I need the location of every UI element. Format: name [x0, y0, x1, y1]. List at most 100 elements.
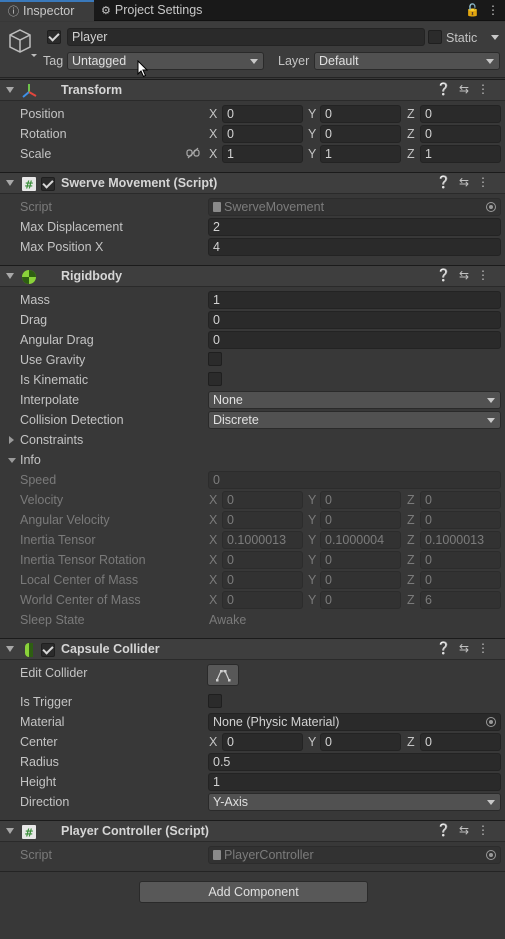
axis-y-label[interactable]: Y: [308, 734, 316, 750]
preset-icon[interactable]: ⇆: [459, 823, 477, 837]
foldout-arrow-icon[interactable]: [6, 646, 14, 652]
rotation-label: Rotation: [20, 127, 67, 141]
speed-field: 0: [208, 471, 501, 489]
transform-header[interactable]: Transform ❔⇆⋮: [0, 79, 505, 101]
axis-x-label[interactable]: X: [209, 126, 217, 142]
script-label: Script: [20, 848, 52, 862]
max-displacement-field[interactable]: 2: [208, 218, 501, 236]
axis-z-label[interactable]: Z: [407, 734, 415, 750]
scale-y-field[interactable]: 1: [320, 145, 401, 163]
material-field[interactable]: None (Physic Material): [208, 713, 501, 731]
player-controller-script-field[interactable]: PlayerController: [208, 846, 501, 864]
object-picker-icon[interactable]: [486, 202, 496, 212]
capsule-enabled-checkbox[interactable]: [41, 643, 55, 657]
collision-detection-dropdown[interactable]: Discrete: [208, 411, 501, 429]
tab-project-settings[interactable]: ⚙ Project Settings: [101, 0, 221, 21]
constrain-proportions-icon[interactable]: [186, 147, 200, 159]
is-kinematic-checkbox[interactable]: [208, 372, 222, 386]
axis-z-label[interactable]: Z: [407, 146, 415, 162]
axis-y-label[interactable]: Y: [308, 106, 316, 122]
rotation-y-field[interactable]: 0: [320, 125, 401, 143]
static-checkbox[interactable]: [428, 30, 442, 44]
axis-y-label[interactable]: Y: [308, 126, 316, 142]
rigidbody-header[interactable]: Rigidbody ❔⇆⋮: [0, 265, 505, 287]
gameobject-cube-icon[interactable]: [6, 27, 38, 59]
more-icon[interactable]: ⋮: [477, 268, 497, 282]
more-icon[interactable]: ⋮: [477, 641, 497, 655]
angular-velocity-x-field: 0: [222, 511, 303, 529]
interpolate-dropdown[interactable]: None: [208, 391, 501, 409]
direction-dropdown[interactable]: Y-Axis: [208, 793, 501, 811]
drag-field[interactable]: 0: [208, 311, 501, 329]
foldout-arrow-icon[interactable]: [6, 273, 14, 279]
axis-z-label[interactable]: Z: [407, 126, 415, 142]
more-icon[interactable]: ⋮: [477, 823, 497, 837]
foldout-arrow-icon[interactable]: [6, 87, 14, 93]
tag-dropdown[interactable]: Untagged: [67, 52, 264, 70]
position-label: Position: [20, 107, 65, 121]
position-x-field[interactable]: 0: [222, 105, 303, 123]
axis-x-label: X: [209, 533, 218, 547]
active-checkbox[interactable]: [47, 30, 61, 44]
foldout-arrow-icon[interactable]: [6, 180, 14, 186]
kebab-menu-icon[interactable]: ⋮: [487, 3, 499, 17]
height-field[interactable]: 1: [208, 773, 501, 791]
angular-drag-field[interactable]: 0: [208, 331, 501, 349]
info-label[interactable]: Info: [20, 452, 41, 468]
preset-icon[interactable]: ⇆: [459, 268, 477, 282]
use-gravity-checkbox[interactable]: [208, 352, 222, 366]
axis-y-label: Y: [308, 513, 317, 527]
more-icon[interactable]: ⋮: [477, 175, 497, 189]
constraints-label[interactable]: Constraints: [20, 432, 83, 448]
tab-inspector[interactable]: ⓘ Inspector: [0, 0, 94, 21]
help-icon[interactable]: ❔: [436, 175, 459, 189]
capsule-collider-header[interactable]: Capsule Collider ❔⇆⋮: [0, 638, 505, 660]
object-picker-icon[interactable]: [486, 717, 496, 727]
axis-x-label[interactable]: X: [209, 734, 217, 750]
preset-icon[interactable]: ⇆: [459, 82, 477, 96]
add-component-button[interactable]: Add Component: [139, 881, 368, 903]
axis-y-label: Y: [308, 493, 317, 507]
object-picker-icon[interactable]: [486, 850, 496, 860]
help-icon[interactable]: ❔: [436, 268, 459, 282]
help-icon[interactable]: ❔: [436, 823, 459, 837]
swerve-enabled-checkbox[interactable]: [41, 177, 55, 191]
axis-z-label: Z: [407, 533, 415, 547]
center-z-field[interactable]: 0: [420, 733, 501, 751]
position-z-field[interactable]: 0: [420, 105, 501, 123]
preset-icon[interactable]: ⇆: [459, 175, 477, 189]
axis-y-label[interactable]: Y: [308, 146, 316, 162]
world-com-y-field: 0: [320, 591, 401, 609]
object-name-field[interactable]: Player: [67, 28, 425, 46]
swerve-movement-header[interactable]: # Swerve Movement (Script) ❔⇆⋮: [0, 172, 505, 194]
rotation-x-field[interactable]: 0: [222, 125, 303, 143]
edit-collider-button[interactable]: [207, 664, 239, 686]
static-dropdown-arrow[interactable]: [491, 35, 499, 40]
position-y-field[interactable]: 0: [320, 105, 401, 123]
max-position-x-field[interactable]: 4: [208, 238, 501, 256]
mass-field[interactable]: 1: [208, 291, 501, 309]
script-field[interactable]: SwerveMovement: [208, 198, 501, 216]
info-foldout-icon[interactable]: [8, 458, 16, 463]
help-icon[interactable]: ❔: [436, 82, 459, 96]
scale-z-field[interactable]: 1: [420, 145, 501, 163]
radius-field[interactable]: 0.5: [208, 753, 501, 771]
collision-detection-label: Collision Detection: [20, 413, 124, 427]
rotation-z-field[interactable]: 0: [420, 125, 501, 143]
foldout-arrow-icon[interactable]: [6, 828, 14, 834]
is-trigger-checkbox[interactable]: [208, 694, 222, 708]
axis-x-label[interactable]: X: [209, 106, 217, 122]
inertia-rotation-x-field: 0: [222, 551, 303, 569]
more-icon[interactable]: ⋮: [477, 82, 497, 96]
player-controller-header[interactable]: # Player Controller (Script) ❔⇆⋮: [0, 820, 505, 842]
lock-icon[interactable]: 🔓: [465, 3, 480, 17]
center-x-field[interactable]: 0: [222, 733, 303, 751]
scale-x-field[interactable]: 1: [222, 145, 303, 163]
preset-icon[interactable]: ⇆: [459, 641, 477, 655]
axis-x-label[interactable]: X: [209, 146, 217, 162]
axis-z-label[interactable]: Z: [407, 106, 415, 122]
center-y-field[interactable]: 0: [320, 733, 401, 751]
constraints-foldout-icon[interactable]: [9, 436, 14, 444]
layer-dropdown[interactable]: Default: [314, 52, 500, 70]
help-icon[interactable]: ❔: [436, 641, 459, 655]
